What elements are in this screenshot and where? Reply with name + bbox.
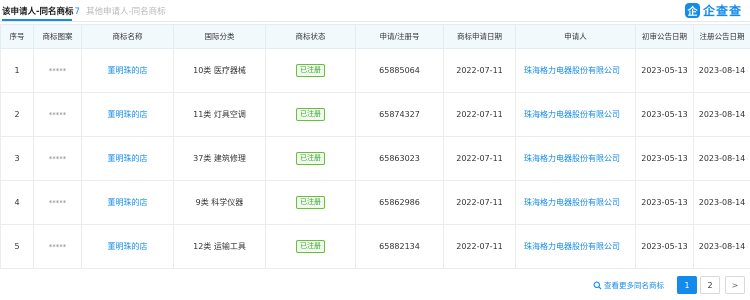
preliminary-announcement-date: 2023-05-13 xyxy=(635,48,694,93)
page-1-button[interactable]: 1 xyxy=(677,276,697,294)
application-date: 2022-07-11 xyxy=(443,48,516,93)
registration-announcement-date: 2023-08-14 xyxy=(693,136,750,181)
brand-badge-icon: 企 xyxy=(684,2,700,18)
row-index: 2 xyxy=(0,92,34,137)
view-more-label: 查看更多同名商标 xyxy=(604,281,664,290)
applicant-link[interactable]: 珠海格力电器股份有限公司 xyxy=(515,136,636,181)
registration-announcement-date: 2023-08-14 xyxy=(693,180,750,225)
trademark-table: 序号 商标图案 商标名称 国际分类 商标状态 申请/注册号 商标申请日期 申请人 初审公告日期注… xyxy=(0,24,750,269)
table-row: 3 ***** 董明珠的店 37类 建筑修理 已注册 65863023 2022-07-11… xyxy=(0,136,750,181)
column-header: 序号 xyxy=(0,24,34,49)
registration-number: 65882134 xyxy=(355,224,444,269)
tab-bar: 该申请人-同名商标7 其他申请人-同名商标 企 企查查 xyxy=(0,0,750,22)
column-header: 初审公告日期 xyxy=(635,24,694,49)
tab-same-applicant-count: 7 xyxy=(74,7,80,17)
status-cell: 已注册 xyxy=(265,92,356,137)
registration-number: 65885064 xyxy=(355,48,444,93)
trademark-category: 37类 建筑修理 xyxy=(173,136,266,181)
row-index: 4 xyxy=(0,180,34,225)
preliminary-announcement-date: 2023-05-13 xyxy=(635,92,694,137)
column-header: 商标状态 xyxy=(265,24,356,49)
brand-name: 企查查 xyxy=(702,3,742,18)
table-row: 5 ***** 董明珠的店 12类 运输工具 已注册 65882134 2022-07-11… xyxy=(0,224,750,269)
trademark-name-link[interactable]: 董明珠的店 xyxy=(81,92,174,137)
applicant-link[interactable]: 珠海格力电器股份有限公司 xyxy=(515,48,636,93)
application-date: 2022-07-11 xyxy=(443,224,516,269)
status-badge: 已注册 xyxy=(296,108,325,121)
application-date: 2022-07-11 xyxy=(443,136,516,181)
page-2-button[interactable]: 2 xyxy=(700,276,720,294)
trademark-image[interactable]: ***** xyxy=(33,136,82,181)
active-tab-indicator xyxy=(2,19,72,21)
trademark-image[interactable]: ***** xyxy=(33,92,82,137)
table-row: 1 ***** 董明珠的店 10类 医疗器械 已注册 65885064 2022-07-11… xyxy=(0,48,750,93)
registration-announcement-date: 2023-08-14 xyxy=(693,92,750,137)
status-badge: 已注册 xyxy=(296,196,325,209)
status-badge: 已注册 xyxy=(296,152,325,165)
preliminary-announcement-date: 2023-05-13 xyxy=(635,224,694,269)
table-row: 2 ***** 董明珠的店 11类 灯具空调 已注册 65874327 2022-07-11… xyxy=(0,92,750,137)
registration-number: 65874327 xyxy=(355,92,444,137)
status-cell: 已注册 xyxy=(265,224,356,269)
column-header: 商标申请日期 xyxy=(443,24,516,49)
preliminary-announcement-date: 2023-05-13 xyxy=(635,180,694,225)
column-header: 申请人 xyxy=(515,24,636,49)
applicant-link[interactable]: 珠海格力电器股份有限公司 xyxy=(515,92,636,137)
applicant-link[interactable]: 珠海格力电器股份有限公司 xyxy=(515,224,636,269)
trademark-name-link[interactable]: 董明珠的店 xyxy=(81,224,174,269)
tab-other-applicants[interactable]: 其他申请人-同名商标 xyxy=(86,5,166,17)
status-cell: 已注册 xyxy=(265,48,356,93)
search-icon xyxy=(593,281,602,290)
next-page-button[interactable]: > xyxy=(725,276,745,294)
trademark-image[interactable]: ***** xyxy=(33,48,82,93)
column-header: 申请/注册号 xyxy=(355,24,444,49)
trademark-name-link[interactable]: 董明珠的店 xyxy=(81,48,174,93)
applicant-link[interactable]: 珠海格力电器股份有限公司 xyxy=(515,180,636,225)
row-index: 5 xyxy=(0,224,34,269)
tab-other-applicants-label: 其他申请人-同名商标 xyxy=(86,7,166,17)
tab-same-applicant[interactable]: 该申请人-同名商标7 xyxy=(2,5,80,17)
trademark-name-link[interactable]: 董明珠的店 xyxy=(81,180,174,225)
tab-same-applicant-label: 该申请人-同名商标 xyxy=(2,7,74,17)
brand-logo: 企 企查查 xyxy=(684,2,742,18)
column-header: 注册公告日期 xyxy=(693,24,750,49)
table-row: 4 ***** 董明珠的店 9类 科学仪器 已注册 65862986 2022-07-11 珠… xyxy=(0,180,750,225)
application-date: 2022-07-11 xyxy=(443,92,516,137)
status-cell: 已注册 xyxy=(265,136,356,181)
registration-announcement-date: 2023-08-14 xyxy=(693,48,750,93)
trademark-category: 9类 科学仪器 xyxy=(173,180,266,225)
view-more-trademarks-link[interactable]: 查看更多同名商标 xyxy=(593,280,664,291)
column-header: 商标名称 xyxy=(81,24,174,49)
row-index: 1 xyxy=(0,48,34,93)
table-header-row: 序号 商标图案 商标名称 国际分类 商标状态 申请/注册号 商标申请日期 申请人 初审公告日期注… xyxy=(0,24,750,49)
registration-number: 65863023 xyxy=(355,136,444,181)
trademark-category: 10类 医疗器械 xyxy=(173,48,266,93)
row-index: 3 xyxy=(0,136,34,181)
column-header: 国际分类 xyxy=(173,24,266,49)
trademark-name-link[interactable]: 董明珠的店 xyxy=(81,136,174,181)
trademark-image[interactable]: ***** xyxy=(33,180,82,225)
trademark-image[interactable]: ***** xyxy=(33,224,82,269)
preliminary-announcement-date: 2023-05-13 xyxy=(635,136,694,181)
trademark-category: 12类 运输工具 xyxy=(173,224,266,269)
trademark-category: 11类 灯具空调 xyxy=(173,92,266,137)
table-footer: 查看更多同名商标 1 2 > xyxy=(0,274,750,296)
column-header: 商标图案 xyxy=(33,24,82,49)
application-date: 2022-07-11 xyxy=(443,180,516,225)
registration-number: 65862986 xyxy=(355,180,444,225)
registration-announcement-date: 2023-08-14 xyxy=(693,224,750,269)
status-badge: 已注册 xyxy=(296,64,325,77)
status-cell: 已注册 xyxy=(265,180,356,225)
status-badge: 已注册 xyxy=(296,240,325,253)
